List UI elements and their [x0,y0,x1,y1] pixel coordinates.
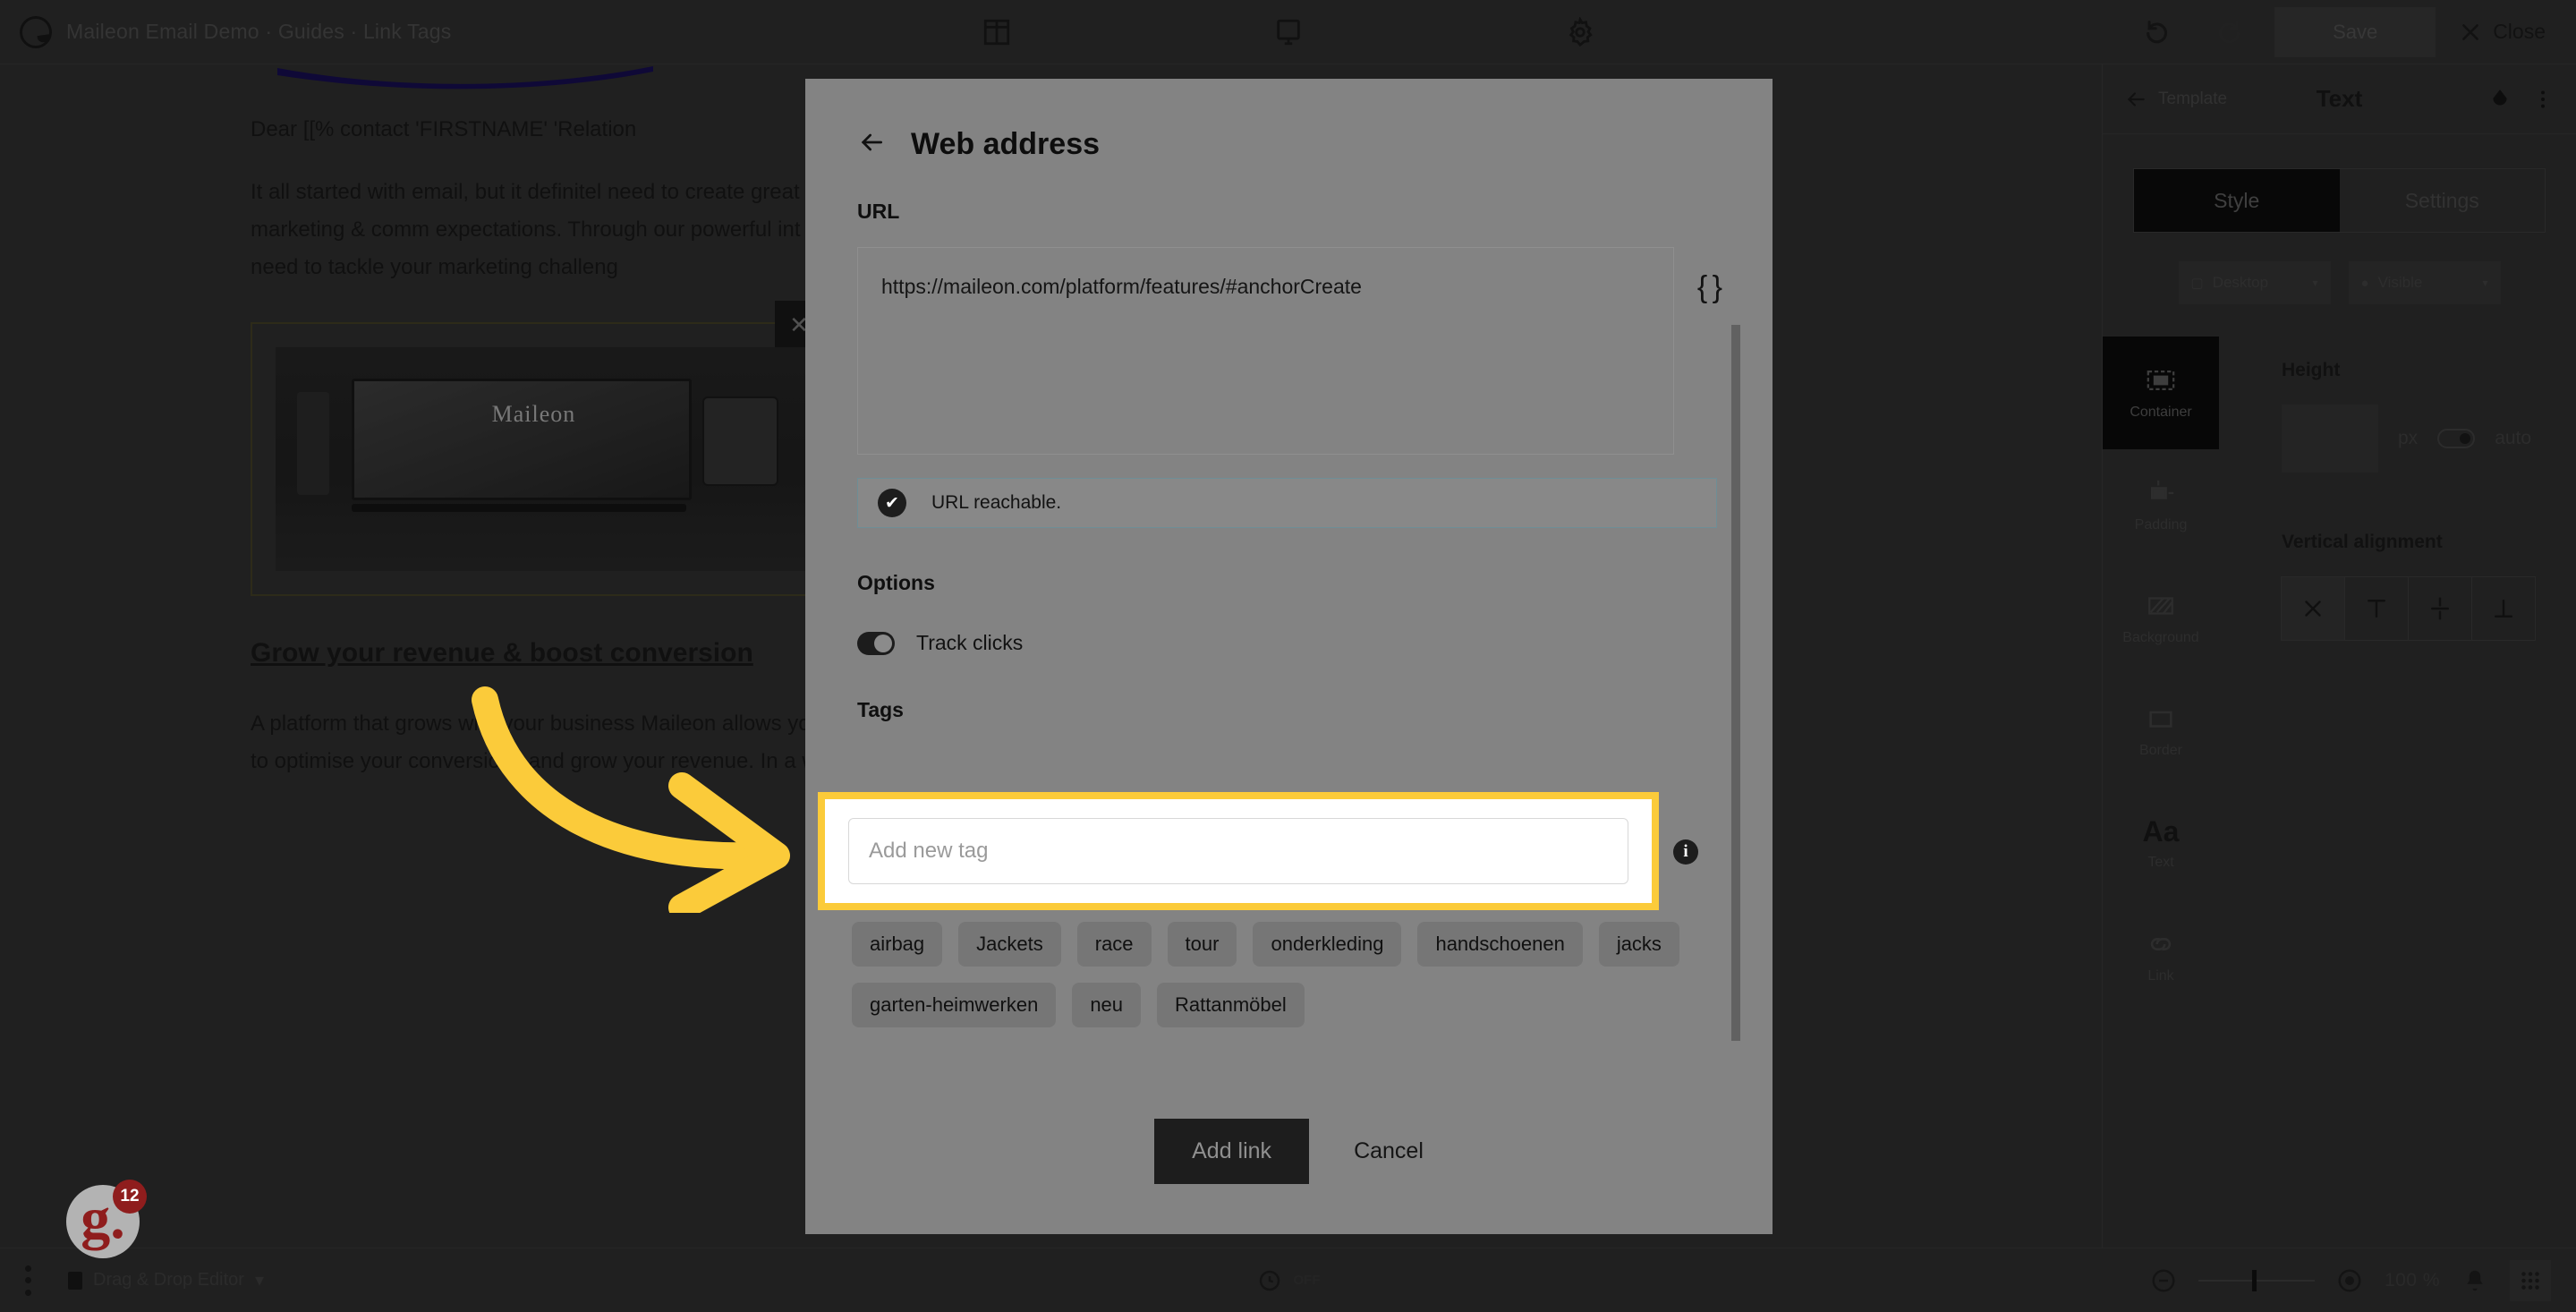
tag-input-highlight [818,792,1659,910]
dialog-back-button[interactable] [857,128,886,161]
tag-chip[interactable]: jacks [1598,922,1679,967]
cancel-button[interactable]: Cancel [1354,1138,1424,1164]
curly-braces-icon[interactable]: { } [1697,247,1722,305]
app-root: Maileon Email Demo · Guides · Link Tags [0,0,2576,1312]
track-clicks-toggle[interactable] [857,631,895,655]
web-address-dialog: Web address URL { } ✔ URL reachable. Opt… [805,79,1773,1234]
check-circle-icon: ✔ [878,489,906,517]
tag-chip-list: airbag Jackets race tour onderkleding ha… [852,922,1747,1027]
tag-chip[interactable]: handschoenen [1417,922,1583,967]
tag-chip[interactable]: onderkleding [1253,922,1402,967]
guide-step-count: 12 [113,1180,147,1214]
tag-chip[interactable]: garten-heimwerken [852,983,1057,1027]
tag-chip[interactable]: Jackets [958,922,1061,967]
tag-chip[interactable]: race [1076,922,1152,967]
track-clicks-row[interactable]: Track clicks [857,631,1721,655]
options-label: Options [857,571,935,594]
url-input[interactable] [857,247,1674,455]
info-icon[interactable]: i [1673,839,1698,865]
tag-chip[interactable]: Rattanmöbel [1157,983,1305,1027]
dialog-title: Web address [911,127,1101,161]
tags-label: Tags [857,698,904,721]
add-new-tag-input[interactable] [848,818,1628,884]
tag-chip[interactable]: airbag [852,922,943,967]
dialog-header: Web address [805,79,1773,192]
tag-chip[interactable]: neu [1072,983,1142,1027]
add-link-button[interactable]: Add link [1154,1119,1310,1184]
arrow-left-icon [861,133,882,151]
track-clicks-label: Track clicks [916,631,1024,654]
url-field-row: { } [857,247,1722,455]
guide-badge[interactable]: g. 12 [66,1180,147,1258]
tag-chip[interactable]: tour [1167,922,1237,967]
url-status-text: URL reachable. [931,492,1062,513]
url-label: URL [857,200,900,223]
url-status-banner: ✔ URL reachable. [857,478,1717,528]
dialog-footer: Add link Cancel [805,1119,1773,1234]
